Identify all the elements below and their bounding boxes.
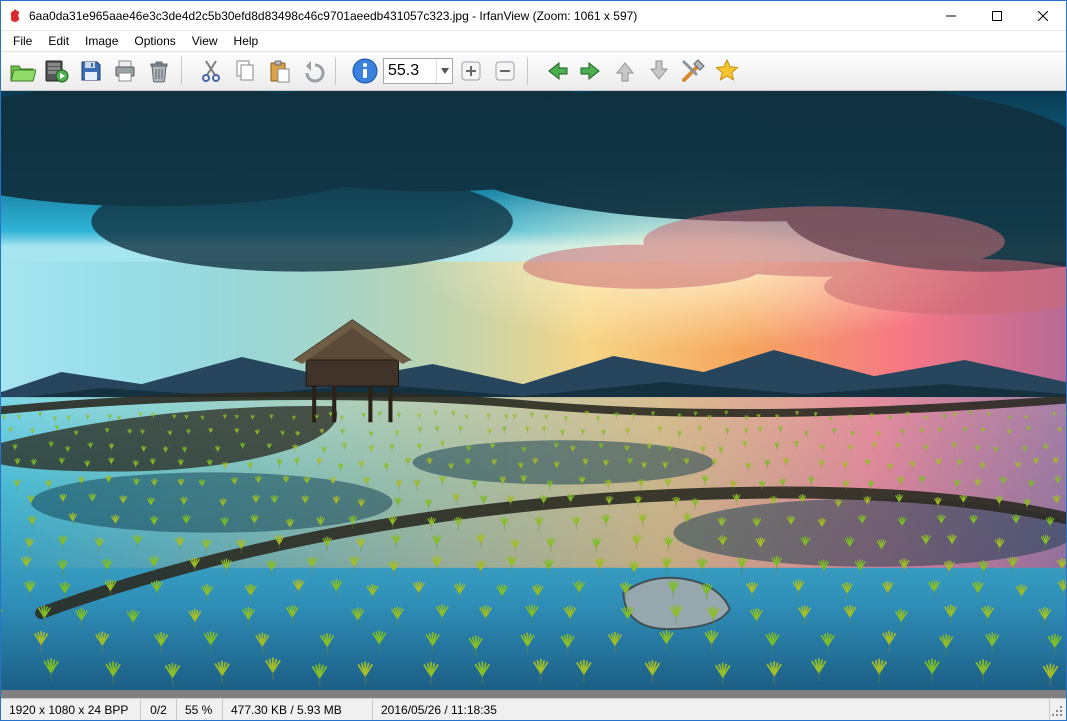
copy-button[interactable] [229,55,261,87]
title-bar: 6aa0da31e965aae46e3c3de4d2c5b30efd8d8349… [1,1,1066,31]
status-zoom: 55 % [177,699,223,720]
image-viewport[interactable] [1,91,1066,698]
open-button[interactable] [7,55,39,87]
toolbar-separator [335,57,343,85]
delete-button[interactable] [143,55,175,87]
status-index: 0/2 [141,699,177,720]
toolbar-separator [527,57,535,85]
zoom-combo [383,58,453,84]
status-bar: 1920 x 1080 x 24 BPP 0/2 55 % 477.30 KB … [1,698,1066,720]
close-button[interactable] [1020,1,1066,30]
toolbar [1,51,1066,91]
menu-file[interactable]: File [5,32,40,50]
slideshow-icon [45,59,69,83]
next-button[interactable] [575,55,607,87]
toolbar-separator [181,57,189,85]
status-dimensions: 1920 x 1080 x 24 BPP [1,699,141,720]
status-filesize: 477.30 KB / 5.93 MB [223,699,373,720]
menu-bar: File Edit Image Options View Help [1,31,1066,51]
zoom-out-icon [494,60,516,82]
status-datetime: 2016/05/26 / 11:18:35 [373,699,1050,720]
last-button[interactable] [643,55,675,87]
delete-icon [148,59,170,83]
save-button[interactable] [75,55,107,87]
menu-help[interactable]: Help [226,32,267,50]
window-title: 6aa0da31e965aae46e3c3de4d2c5b30efd8d8349… [29,9,928,23]
favorite-button[interactable] [711,55,743,87]
resize-grip[interactable] [1050,699,1066,720]
print-button[interactable] [109,55,141,87]
menu-edit[interactable]: Edit [40,32,77,50]
settings-button[interactable] [677,55,709,87]
zoom-input[interactable] [384,62,436,80]
undo-button[interactable] [297,55,329,87]
menu-options[interactable]: Options [126,32,183,50]
app-icon [7,8,23,24]
settings-icon [680,58,706,84]
favorite-icon [714,58,740,84]
window-controls [928,1,1066,30]
zoom-in-icon [460,60,482,82]
print-icon [113,59,137,83]
menu-image[interactable]: Image [77,32,126,50]
cut-icon [200,59,222,83]
minimize-button[interactable] [928,1,974,30]
zoom-in-button[interactable] [455,55,487,87]
save-icon [79,59,103,83]
first-button[interactable] [609,55,641,87]
paste-button[interactable] [263,55,295,87]
menu-view[interactable]: View [184,32,226,50]
next-icon [579,59,603,83]
slideshow-button[interactable] [41,55,73,87]
prev-icon [545,59,569,83]
prev-button[interactable] [541,55,573,87]
cut-button[interactable] [195,55,227,87]
displayed-image [1,91,1066,690]
down-icon [647,59,671,83]
zoom-dropdown-button[interactable] [436,59,452,83]
copy-icon [233,59,257,83]
undo-icon [301,59,325,83]
info-button[interactable] [349,55,381,87]
zoom-out-button[interactable] [489,55,521,87]
info-icon [352,58,378,84]
maximize-button[interactable] [974,1,1020,30]
paste-icon [267,59,291,83]
open-icon [10,60,36,82]
up-icon [613,59,637,83]
